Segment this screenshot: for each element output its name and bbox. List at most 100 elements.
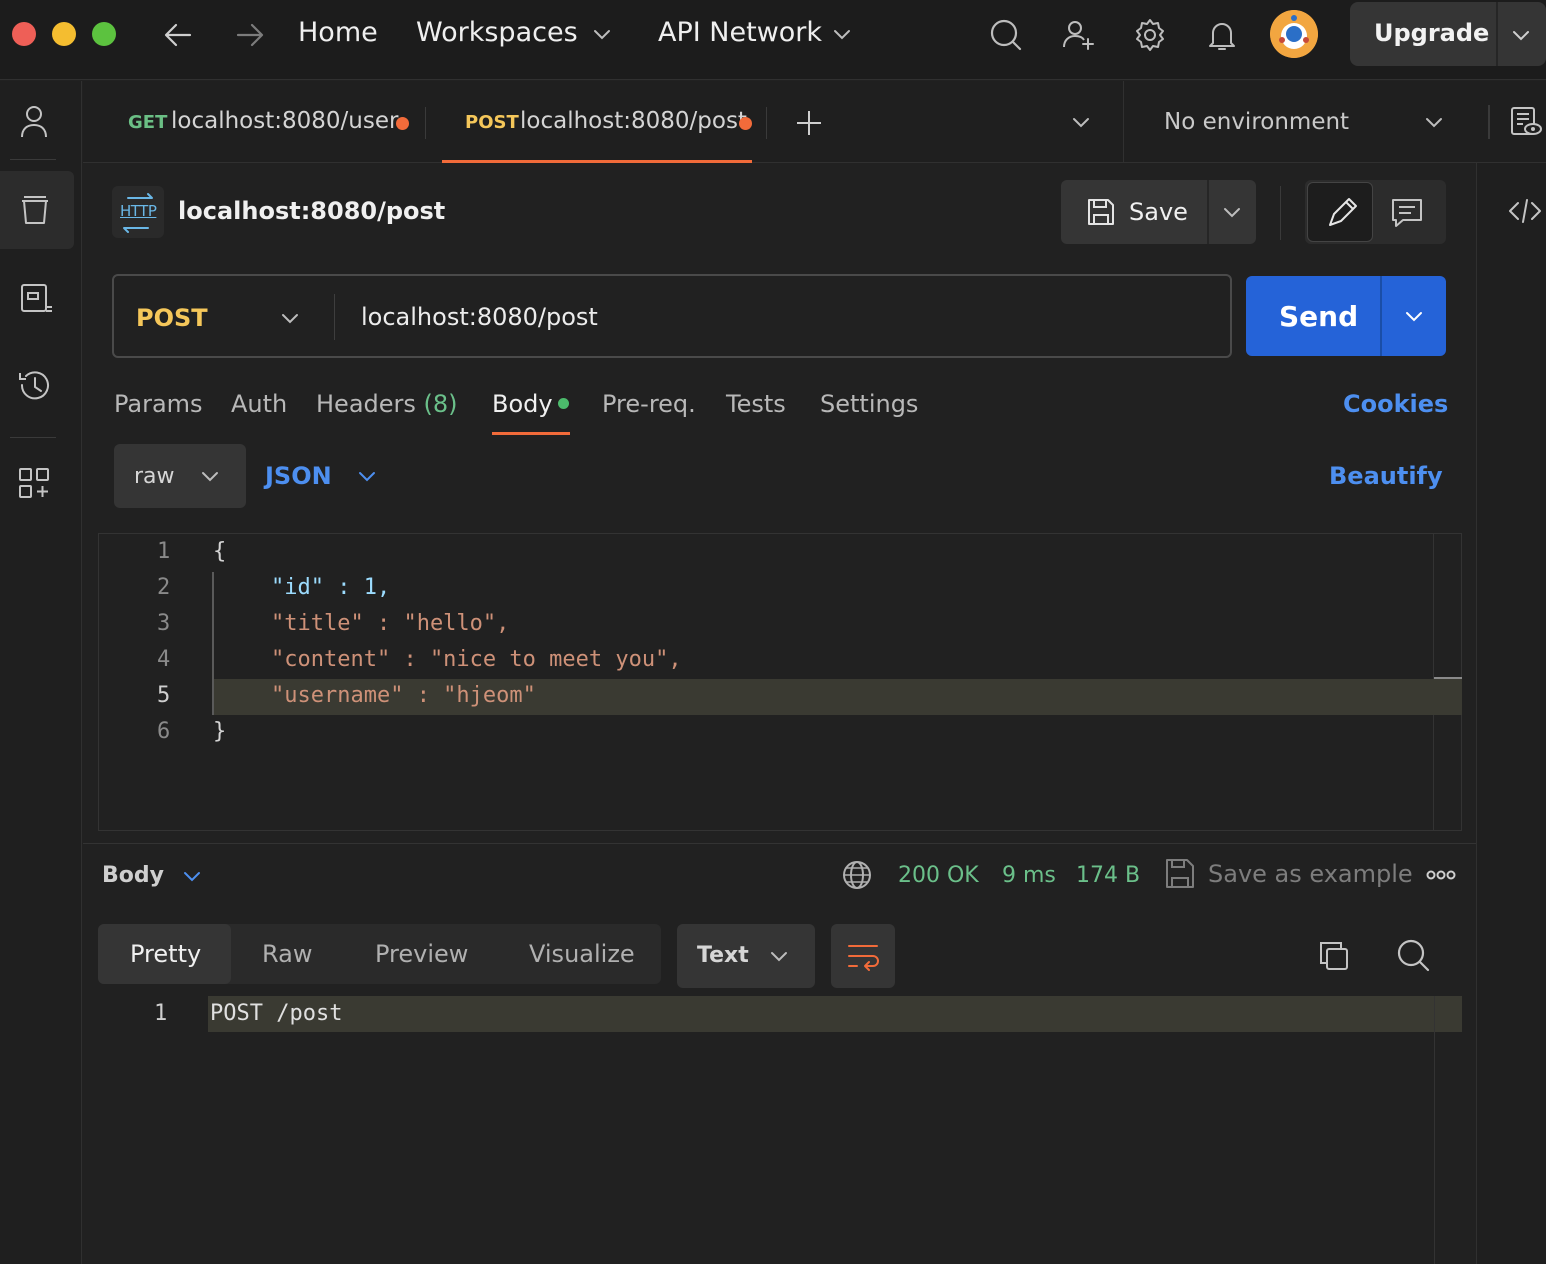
invite-user-icon[interactable] xyxy=(1058,15,1098,55)
close-window-button[interactable] xyxy=(12,22,36,46)
upgrade-button-group: Upgrade xyxy=(1350,2,1546,66)
beautify-button[interactable]: Beautify xyxy=(1329,462,1443,490)
response-active-line-highlight xyxy=(208,996,1462,1032)
request-tabs-bar: GET localhost:8080/user POST localhost:8… xyxy=(83,81,1546,163)
response-divider xyxy=(83,843,1476,844)
back-arrow-icon[interactable] xyxy=(160,18,196,52)
environment-chevron-down-icon[interactable] xyxy=(1422,110,1446,134)
code-line: "content" : "nice to meet you", xyxy=(271,647,682,672)
left-sidebar xyxy=(0,81,82,1264)
edit-pencil-icon[interactable] xyxy=(1307,182,1373,242)
search-response-icon[interactable] xyxy=(1394,936,1432,974)
response-viewer[interactable]: 1 POST /post xyxy=(98,996,1462,1264)
line-number: 5 xyxy=(157,683,171,708)
language-chevron-down-icon[interactable] xyxy=(355,464,379,488)
response-body-label[interactable]: Body xyxy=(102,863,164,888)
upgrade-button[interactable]: Upgrade xyxy=(1374,19,1489,47)
comments-icon[interactable] xyxy=(1389,196,1425,230)
forward-arrow-icon[interactable] xyxy=(232,18,268,52)
settings-gear-icon[interactable] xyxy=(1130,15,1170,55)
send-button[interactable]: Send xyxy=(1279,300,1358,333)
tab-body[interactable]: Body xyxy=(492,390,553,418)
response-format-select[interactable]: Text xyxy=(677,924,815,988)
unsaved-dot xyxy=(396,117,409,130)
sidebar-divider xyxy=(10,437,56,438)
workspaces-chevron-down-icon[interactable] xyxy=(590,22,614,46)
tab-headers[interactable]: Headers (8) xyxy=(316,390,458,418)
url-input[interactable]: localhost:8080/post xyxy=(361,303,598,331)
body-mode-select[interactable]: raw xyxy=(114,444,246,508)
request-tab-post[interactable]: POST localhost:8080/post xyxy=(442,81,752,163)
code-snippet-icon[interactable] xyxy=(1507,195,1543,227)
new-tab-plus-icon[interactable] xyxy=(793,107,825,139)
collections-icon[interactable] xyxy=(14,189,56,231)
active-tab-underline xyxy=(492,432,570,435)
copy-icon[interactable] xyxy=(1316,938,1352,974)
method-chevron-down-icon[interactable] xyxy=(278,306,302,330)
response-scrollbar-track[interactable] xyxy=(1434,996,1435,1264)
response-size[interactable]: 174 B xyxy=(1076,863,1140,888)
maximize-window-button[interactable] xyxy=(92,22,116,46)
body-code-editor[interactable]: 1 { 2 "id" : 1, 3 "title" : "hello", 4 "… xyxy=(98,533,1462,831)
environments-icon[interactable] xyxy=(14,277,56,319)
code-line: "id" : 1, xyxy=(271,575,391,600)
send-button-group: Send xyxy=(1246,276,1446,356)
response-format-value: Text xyxy=(697,943,749,968)
save-divider xyxy=(1207,180,1209,244)
view-tab-raw[interactable]: Raw xyxy=(262,940,312,968)
add-apps-grid-icon[interactable] xyxy=(14,463,56,505)
view-tab-pretty[interactable]: Pretty xyxy=(98,924,231,984)
search-icon[interactable] xyxy=(986,15,1026,55)
save-button-group: Save xyxy=(1061,180,1256,244)
view-mode-toggle xyxy=(1305,180,1446,244)
line-number: 6 xyxy=(157,719,171,744)
more-options-icon[interactable] xyxy=(1426,868,1456,882)
user-avatar[interactable] xyxy=(1270,10,1318,58)
tab-params[interactable]: Params xyxy=(114,390,203,418)
nav-workspaces[interactable]: Workspaces xyxy=(416,17,578,48)
save-chevron-down-icon[interactable] xyxy=(1220,200,1244,224)
title-bar: Home Workspaces API Network Upgrade xyxy=(0,0,1546,80)
tab-method: GET xyxy=(128,112,168,133)
tab-method: POST xyxy=(465,112,519,133)
response-chevron-down-icon[interactable] xyxy=(180,864,204,888)
upgrade-chevron-down-icon[interactable] xyxy=(1508,22,1534,48)
tab-tests[interactable]: Tests xyxy=(726,390,786,418)
globe-icon[interactable] xyxy=(840,858,874,892)
save-button[interactable]: Save xyxy=(1129,198,1188,226)
send-chevron-down-icon[interactable] xyxy=(1402,304,1426,328)
nav-home[interactable]: Home xyxy=(298,17,378,48)
environment-selector[interactable]: No environment xyxy=(1164,109,1349,135)
request-title[interactable]: localhost:8080/post xyxy=(178,197,445,225)
view-tab-pretty-label: Pretty xyxy=(130,940,202,968)
response-status[interactable]: 200 OK xyxy=(898,863,979,888)
upgrade-divider xyxy=(1496,2,1498,66)
method-select[interactable]: POST xyxy=(136,304,208,332)
environment-quick-look-icon[interactable] xyxy=(1509,105,1543,139)
tab-settings[interactable]: Settings xyxy=(820,390,918,418)
wrap-lines-button[interactable] xyxy=(831,924,895,988)
body-language-select[interactable]: JSON xyxy=(265,462,332,490)
response-time[interactable]: 9 ms xyxy=(1002,863,1056,888)
minimize-window-button[interactable] xyxy=(52,22,76,46)
indent-guide xyxy=(212,572,214,715)
view-tab-preview[interactable]: Preview xyxy=(375,940,468,968)
save-disk-icon[interactable] xyxy=(1085,196,1117,228)
view-tab-visualize[interactable]: Visualize xyxy=(529,940,635,968)
save-example-disk-icon[interactable] xyxy=(1164,856,1196,890)
save-as-example-button[interactable]: Save as example xyxy=(1208,860,1413,888)
api-network-chevron-down-icon[interactable] xyxy=(830,22,854,46)
code-line: "title" : "hello", xyxy=(271,611,510,636)
cookies-link[interactable]: Cookies xyxy=(1343,390,1448,418)
tab-pre-request[interactable]: Pre-req. xyxy=(602,390,696,418)
nav-api-network[interactable]: API Network xyxy=(658,17,822,48)
body-mode-chevron-down-icon xyxy=(198,464,222,488)
history-icon[interactable] xyxy=(14,365,56,407)
tab-auth[interactable]: Auth xyxy=(231,390,287,418)
request-tab-get-user[interactable]: GET localhost:8080/user xyxy=(113,81,423,163)
user-icon[interactable] xyxy=(14,101,56,143)
header-divider xyxy=(1280,186,1281,240)
tabs-overflow-chevron-down-icon[interactable] xyxy=(1069,110,1093,134)
response-line: POST /post xyxy=(210,1001,343,1026)
notification-bell-icon[interactable] xyxy=(1202,15,1242,55)
